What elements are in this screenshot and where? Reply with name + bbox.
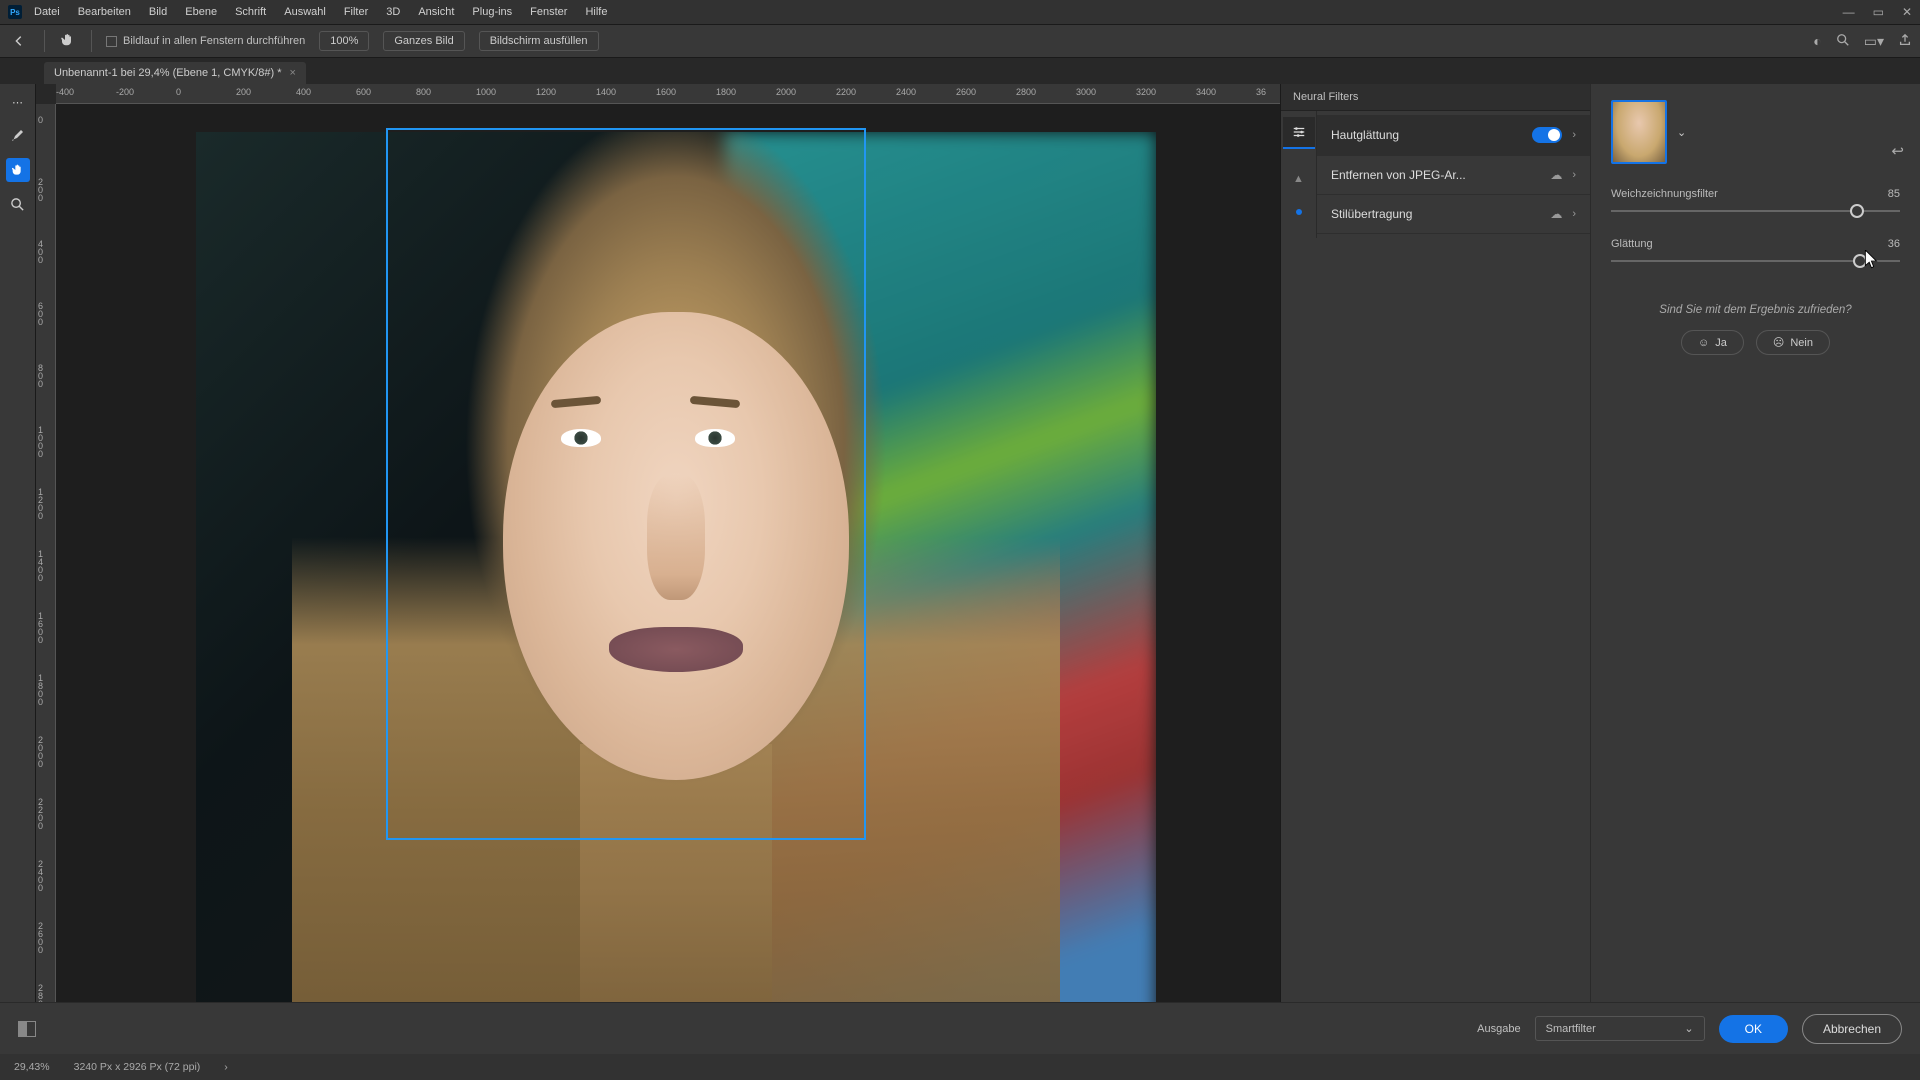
output-label: Ausgabe (1477, 1023, 1520, 1035)
scroll-all-label: Bildlauf in allen Fenstern durchführen (123, 35, 305, 47)
maximize-icon[interactable]: ▭ (1873, 5, 1884, 19)
feedback-no-button[interactable]: ☹ Nein (1756, 330, 1830, 355)
window-controls: — ▭ ✕ (1843, 5, 1912, 19)
menu-fenster[interactable]: Fenster (530, 6, 567, 18)
face-thumbnail (1611, 100, 1667, 164)
dropdown-value: Smartfilter (1546, 1023, 1596, 1035)
sad-icon: ☹ (1773, 336, 1784, 349)
menu-hilfe[interactable]: Hilfe (585, 6, 607, 18)
slider-handle[interactable] (1853, 254, 1867, 268)
menu-ebene[interactable]: Ebene (185, 6, 217, 18)
output-dropdown[interactable]: Smartfilter ⌄ (1535, 1016, 1705, 1041)
menu-3d[interactable]: 3D (386, 6, 400, 18)
feedback-question: Sind Sie mit dem Ergebnis zufrieden? (1611, 304, 1900, 316)
titlebar: Ps Datei Bearbeiten Bild Ebene Schrift A… (0, 0, 1920, 24)
document-tabs: Unbenannt-1 bei 29,4% (Ebene 1, CMYK/8#)… (0, 58, 1920, 84)
cloud-icon[interactable]: ◐ (1813, 33, 1821, 49)
slider-value: 36 (1888, 238, 1900, 250)
app-logo: Ps (8, 5, 22, 19)
minimize-icon[interactable]: — (1843, 5, 1855, 19)
brush-tool[interactable] (6, 124, 30, 148)
filter-label: Stilübertragung (1331, 207, 1540, 221)
button-label: Nein (1790, 337, 1813, 349)
chevron-right-icon: › (1572, 208, 1576, 220)
status-dimensions: 3240 Px x 2926 Px (72 ppi) (74, 1061, 201, 1073)
menu-datei[interactable]: Datei (34, 6, 60, 18)
back-home-button[interactable] (8, 30, 30, 52)
cloud-download-icon[interactable]: ☁ (1550, 207, 1562, 221)
face-selector[interactable]: ⌄ (1611, 100, 1900, 164)
cancel-button[interactable]: Abbrechen (1802, 1014, 1902, 1044)
filter-style-transfer[interactable]: Stilübertragung ☁ › (1317, 195, 1590, 234)
update-dot-icon (1296, 209, 1302, 215)
wait-tab-icon[interactable]: ▲ (1283, 163, 1315, 195)
slider-label: Weichzeichnungsfilter (1611, 188, 1718, 200)
filter-label: Hautglättung (1331, 128, 1522, 142)
status-zoom[interactable]: 29,43% (14, 1061, 50, 1073)
panel-footer: Ausgabe Smartfilter ⌄ OK Abbrechen (0, 1002, 1920, 1054)
smile-icon: ☺ (1698, 337, 1709, 349)
menu-plugins[interactable]: Plug-ins (472, 6, 512, 18)
chevron-right-icon: › (1572, 129, 1576, 141)
fit-screen-button[interactable]: Bildschirm ausfüllen (479, 31, 599, 51)
panel-title: Neural Filters (1281, 84, 1590, 111)
ruler-horizontal: -400-20002004006008001000120014001600180… (56, 84, 1280, 104)
menu-bearbeiten[interactable]: Bearbeiten (78, 6, 131, 18)
menu-schrift[interactable]: Schrift (235, 6, 266, 18)
filter-skin-smoothing[interactable]: Hautglättung › (1317, 115, 1590, 156)
menu-ansicht[interactable]: Ansicht (418, 6, 454, 18)
zoom-100-button[interactable]: 100% (319, 31, 369, 51)
slider-label: Glättung (1611, 238, 1653, 250)
document-image (196, 132, 1156, 1032)
preview-toggle-icon[interactable] (18, 1021, 36, 1037)
status-bar: 29,43% 3240 Px x 2926 Px (72 ppi) › (0, 1054, 1280, 1080)
options-bar: Bildlauf in allen Fenstern durchführen 1… (0, 24, 1920, 58)
menu-auswahl[interactable]: Auswahl (284, 6, 326, 18)
close-tab-icon[interactable]: × (289, 67, 295, 79)
slider-value: 85 (1888, 188, 1900, 200)
slider-handle[interactable] (1850, 204, 1864, 218)
filters-tab-icon[interactable] (1283, 117, 1315, 149)
tools-panel: ⋯ (0, 84, 36, 1054)
hand-tool-icon[interactable] (59, 31, 77, 52)
slider-blur: Weichzeichnungsfilter 85 (1611, 188, 1900, 212)
zoom-tool[interactable] (6, 192, 30, 216)
ruler-vertical: 0200400600800100012001400160018002000220… (36, 104, 56, 1054)
status-chevron-icon[interactable]: › (224, 1061, 228, 1073)
filter-jpeg-removal[interactable]: Entfernen von JPEG-Ar... ☁ › (1317, 156, 1590, 195)
document-tab-label: Unbenannt-1 bei 29,4% (Ebene 1, CMYK/8#)… (54, 67, 281, 79)
close-icon[interactable]: ✕ (1902, 5, 1912, 19)
chevron-right-icon: › (1572, 169, 1576, 181)
whole-image-button[interactable]: Ganzes Bild (383, 31, 464, 51)
chevron-down-icon: ⌄ (1684, 1022, 1693, 1035)
document-tab[interactable]: Unbenannt-1 bei 29,4% (Ebene 1, CMYK/8#)… (44, 62, 306, 84)
canvas[interactable] (56, 104, 1280, 1054)
feedback-yes-button[interactable]: ☺ Ja (1681, 330, 1744, 355)
edit-toolbar-icon[interactable]: ⋯ (6, 90, 30, 114)
cloud-download-icon[interactable]: ☁ (1550, 168, 1562, 182)
reset-icon[interactable]: ↩ (1891, 142, 1904, 160)
search-icon[interactable] (1836, 33, 1850, 50)
menu-bild[interactable]: Bild (149, 6, 167, 18)
scroll-all-checkbox[interactable]: Bildlauf in allen Fenstern durchführen (106, 35, 305, 47)
canvas-area: -400-20002004006008001000120014001600180… (36, 84, 1280, 1054)
slider-track[interactable] (1611, 210, 1900, 212)
toggle-on[interactable] (1532, 127, 1562, 143)
share-icon[interactable] (1898, 33, 1912, 50)
workspace-icon[interactable]: ▭▾ (1864, 33, 1884, 50)
ok-button[interactable]: OK (1719, 1015, 1788, 1043)
filter-label: Entfernen von JPEG-Ar... (1331, 168, 1540, 182)
main-menu: Datei Bearbeiten Bild Ebene Schrift Ausw… (34, 6, 607, 18)
hand-tool[interactable] (6, 158, 30, 182)
neural-filters-panel: Neural Filters ▲ Hautglättung › Entferne… (1280, 84, 1920, 1054)
button-label: Ja (1715, 337, 1727, 349)
chevron-down-icon[interactable]: ⌄ (1677, 126, 1686, 139)
slider-smoothness: Glättung 36 (1611, 238, 1900, 262)
slider-track[interactable] (1611, 260, 1900, 262)
menu-filter[interactable]: Filter (344, 6, 368, 18)
